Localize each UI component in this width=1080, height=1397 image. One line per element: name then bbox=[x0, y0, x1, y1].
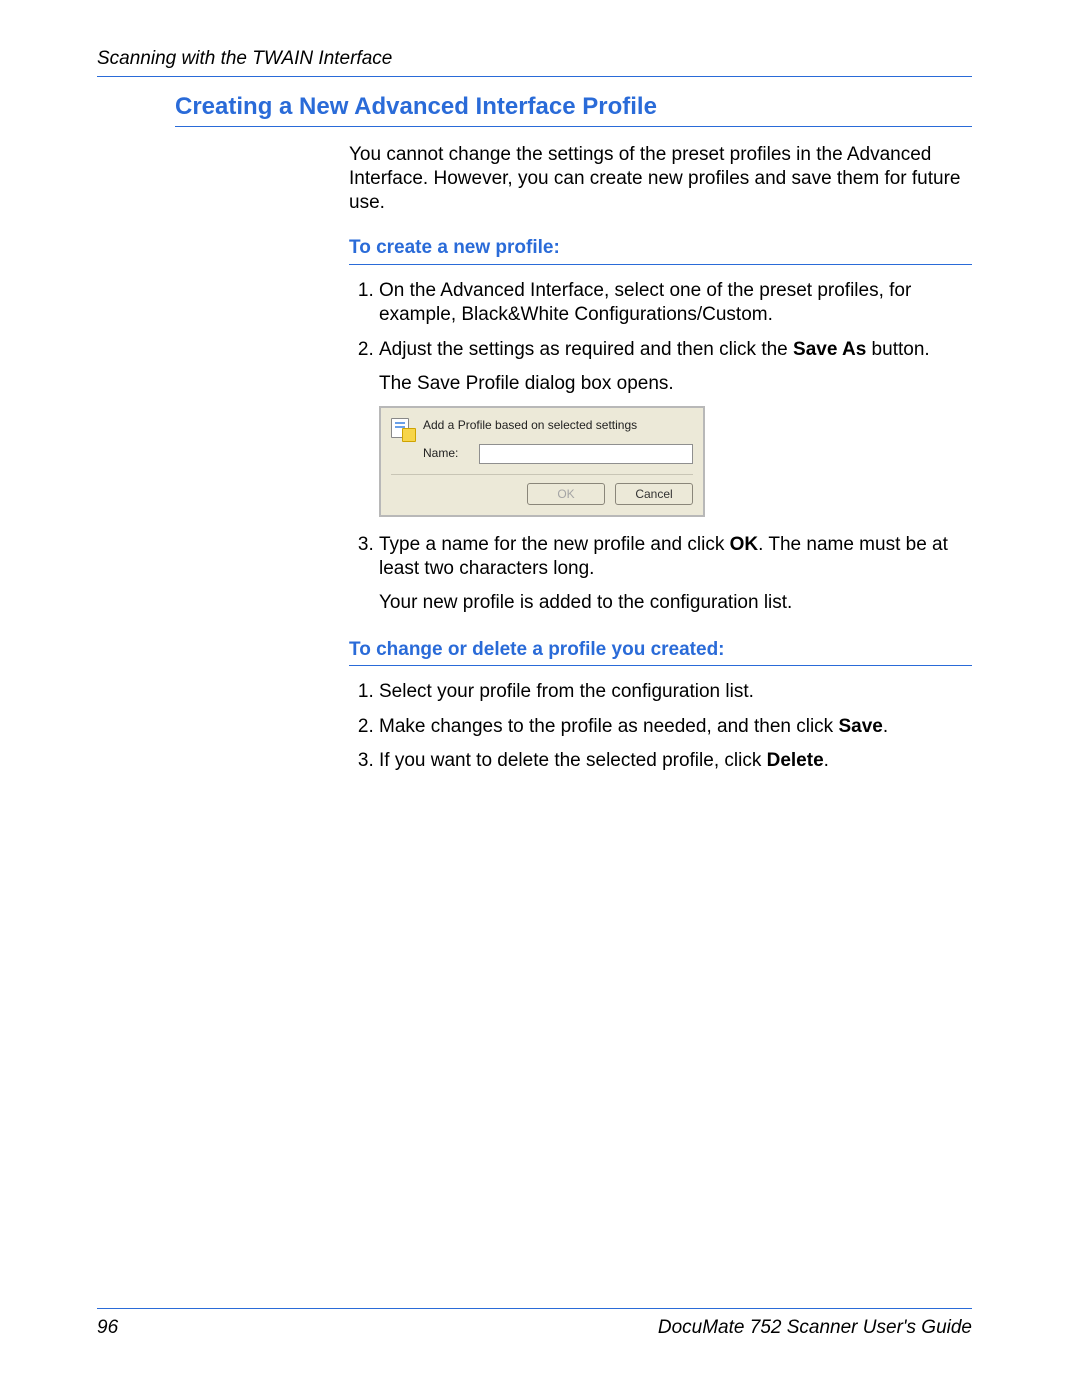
step-text: Type a name for the new profile and clic… bbox=[379, 534, 730, 555]
page-number: 96 bbox=[97, 1317, 118, 1339]
ok-button[interactable]: OK bbox=[527, 483, 605, 505]
name-input[interactable] bbox=[479, 444, 693, 464]
footer-title: DocuMate 752 Scanner User's Guide bbox=[658, 1317, 972, 1339]
save-profile-dialog: Add a Profile based on selected settings… bbox=[379, 406, 972, 516]
dialog-separator bbox=[391, 474, 693, 475]
list-item: Select your profile from the configurati… bbox=[379, 680, 972, 704]
list-item: On the Advanced Interface, select one of… bbox=[379, 279, 972, 328]
bold-text: Delete bbox=[767, 750, 824, 771]
cancel-button[interactable]: Cancel bbox=[615, 483, 693, 505]
bold-text: Save As bbox=[793, 339, 866, 360]
step-follow-text: Your new profile is added to the configu… bbox=[379, 591, 972, 615]
name-label: Name: bbox=[423, 446, 467, 461]
step-text: . bbox=[824, 750, 829, 771]
step-text: If you want to delete the selected profi… bbox=[379, 750, 767, 771]
subheading-change: To change or delete a profile you create… bbox=[349, 638, 972, 667]
step-text: . bbox=[883, 716, 888, 737]
page-footer: 96 DocuMate 752 Scanner User's Guide bbox=[97, 1308, 972, 1339]
step-follow-text: The Save Profile dialog box opens. bbox=[379, 372, 972, 396]
running-header: Scanning with the TWAIN Interface bbox=[97, 48, 972, 77]
dialog-title: Add a Profile based on selected settings bbox=[423, 418, 693, 433]
bold-text: Save bbox=[838, 716, 882, 737]
create-steps-list: On the Advanced Interface, select one of… bbox=[349, 279, 972, 616]
step-text: Make changes to the profile as needed, a… bbox=[379, 716, 838, 737]
intro-paragraph: You cannot change the settings of the pr… bbox=[349, 143, 972, 214]
list-item: Type a name for the new profile and clic… bbox=[379, 533, 972, 616]
list-item: Make changes to the profile as needed, a… bbox=[379, 715, 972, 739]
subheading-create: To create a new profile: bbox=[349, 236, 972, 265]
step-text: Adjust the settings as required and then… bbox=[379, 339, 793, 360]
profile-document-icon bbox=[391, 418, 413, 440]
list-item: If you want to delete the selected profi… bbox=[379, 749, 972, 773]
change-steps-list: Select your profile from the configurati… bbox=[349, 680, 972, 773]
bold-text: OK bbox=[730, 534, 759, 555]
section-title: Creating a New Advanced Interface Profil… bbox=[175, 93, 972, 127]
step-text: button. bbox=[866, 339, 929, 360]
list-item: Adjust the settings as required and then… bbox=[379, 338, 972, 517]
